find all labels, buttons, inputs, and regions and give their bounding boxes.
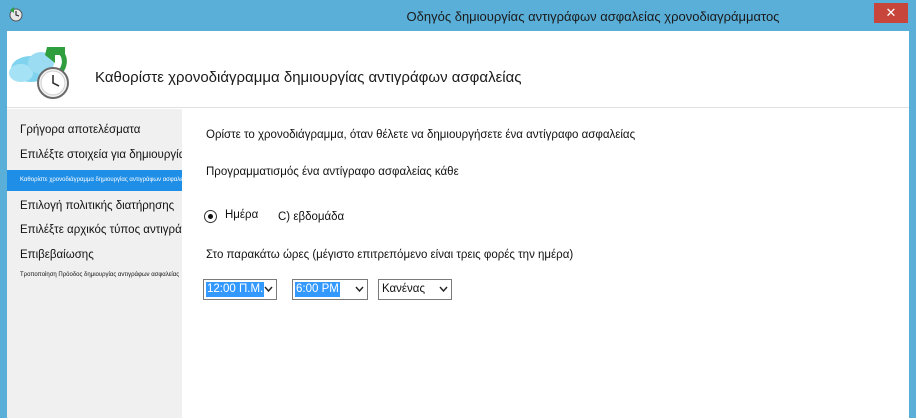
time-select-2[interactable]: 6:00 PM <box>292 279 368 300</box>
time-select-3-value: Κανένας <box>382 283 425 295</box>
radio-day-label: Ημέρα <box>225 209 259 221</box>
radio-day[interactable] <box>204 210 217 223</box>
wizard-client-area: Καθορίστε χρονοδιάγραμμα δημιουργίας αντ… <box>7 31 909 418</box>
nav-step-specify-schedule[interactable]: Καθορίστε χρονοδιάγραμμα δημιουργίας αντ… <box>7 170 191 191</box>
nav-step-confirmation[interactable]: Επιβεβαίωσης <box>20 249 94 261</box>
window-border <box>909 31 916 418</box>
close-button[interactable]: ✕ <box>874 3 908 23</box>
chevron-down-icon <box>264 286 273 292</box>
wizard-header: Καθορίστε χρονοδιάγραμμα δημιουργίας αντ… <box>7 31 909 108</box>
times-label: Στο παρακάτω ώρες (μέγιστο επιτρεπόμενο … <box>206 249 574 261</box>
title-bar: Οδηγός δημιουργίας αντιγράφων ασφαλείας … <box>0 0 916 31</box>
wizard-window: Οδηγός δημιουργίας αντιγράφων ασφαλείας … <box>0 0 916 418</box>
chevron-down-icon <box>355 286 364 292</box>
time-select-1-value: 12:00 Π.Μ. <box>206 282 265 297</box>
scheduled-backup-icon <box>9 47 69 99</box>
wizard-steps-nav: Γρήγορα αποτελέσματα Επιλέξτε στοιχεία γ… <box>7 109 306 418</box>
wizard-content: Ορίστε το χρονοδιάγραμμα, όταν θέλετε να… <box>182 109 909 418</box>
page-title: Καθορίστε χρονοδιάγραμμα δημιουργίας αντ… <box>95 69 522 86</box>
nav-step-quick-results[interactable]: Γρήγορα αποτελέσματα <box>20 124 140 136</box>
intro-text: Ορίστε το χρονοδιάγραμμα, όταν θέλετε να… <box>206 129 636 141</box>
nav-step-retention-policy[interactable]: Επιλογή πολιτικής διατήρησης <box>20 200 174 212</box>
time-select-2-value: 6:00 PM <box>295 282 340 297</box>
schedule-label: Προγραμματισμός ένα αντίγραφο ασφαλείας … <box>206 166 459 178</box>
time-select-1[interactable]: 12:00 Π.Μ. <box>203 279 277 300</box>
chevron-down-icon <box>439 286 448 292</box>
radio-week-label[interactable]: C) εβδομάδα <box>278 211 344 223</box>
window-title: Οδηγός δημιουργίας αντιγράφων ασφαλείας … <box>406 9 780 24</box>
time-select-3[interactable]: Κανένας <box>378 279 452 300</box>
nav-step-modify-progress[interactable]: Τροποποίηση Πρόοδος δημιουργίας αντιγράφ… <box>20 272 179 278</box>
